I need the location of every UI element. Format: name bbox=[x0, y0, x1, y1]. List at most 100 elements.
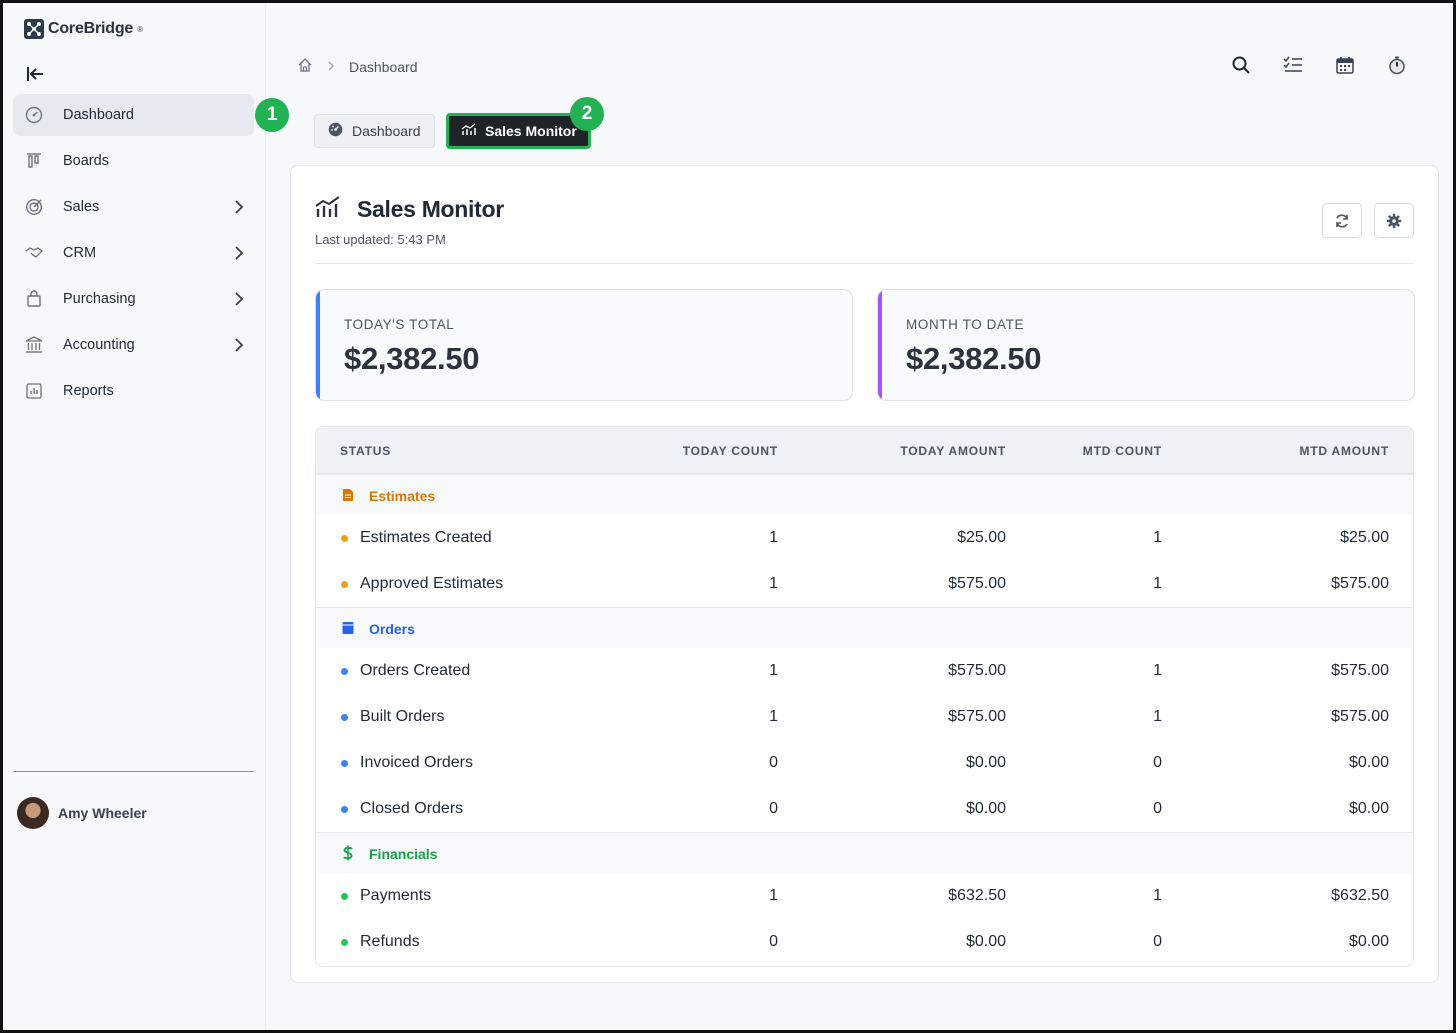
sidebar-item-label: Dashboard bbox=[63, 107, 134, 123]
tasks-button[interactable] bbox=[1282, 54, 1304, 76]
user-profile[interactable]: Amy Wheeler bbox=[17, 797, 147, 829]
mtd-count: 1 bbox=[1153, 887, 1162, 904]
status-dot bbox=[341, 714, 348, 721]
app-name: CoreBridge bbox=[48, 20, 134, 37]
chevron-right-icon bbox=[235, 200, 244, 214]
header-divider bbox=[315, 263, 1414, 264]
mtd-amount: $0.00 bbox=[1348, 933, 1389, 950]
collapse-left-icon bbox=[27, 67, 43, 81]
calendar-button[interactable] bbox=[1334, 54, 1356, 76]
chart-trend-icon bbox=[315, 196, 341, 223]
stat-value: $2,382.50 bbox=[906, 341, 1042, 376]
column-header-today-count: TODAY COUNT bbox=[682, 444, 778, 458]
sidebar-item-accounting[interactable]: Accounting bbox=[13, 324, 254, 366]
group-label: Orders bbox=[369, 621, 415, 637]
sidebar-item-label: Reports bbox=[63, 383, 114, 399]
card-header: Sales Monitor bbox=[315, 196, 504, 223]
document-icon bbox=[343, 489, 353, 501]
column-header-status: STATUS bbox=[340, 444, 392, 458]
group-label: Financials bbox=[369, 846, 438, 862]
table-row: Estimates Created 1 $25.00 1 $25.00 bbox=[316, 515, 1413, 561]
search-button[interactable] bbox=[1230, 54, 1252, 76]
sidebar-item-reports[interactable]: Reports bbox=[13, 370, 254, 412]
sidebar-item-sales[interactable]: Sales bbox=[13, 186, 254, 228]
mtd-amount: $575.00 bbox=[1331, 708, 1389, 725]
column-header-mtd-count: MTD COUNT bbox=[1082, 444, 1162, 458]
stopwatch-icon bbox=[1389, 56, 1405, 75]
today-count: 0 bbox=[769, 754, 778, 771]
table-header: STATUS TODAY COUNT TODAY AMOUNT MTD COUN… bbox=[316, 427, 1413, 474]
today-count: 1 bbox=[769, 575, 778, 592]
table-row: Built Orders 1 $575.00 1 $575.00 bbox=[316, 694, 1413, 740]
sidebar-item-label: Accounting bbox=[63, 337, 135, 353]
app-name-reg: ® bbox=[137, 24, 144, 34]
today-amount: $575.00 bbox=[948, 662, 1006, 679]
table-row: Refunds 0 $0.00 0 $0.00 bbox=[316, 919, 1413, 965]
status-dot bbox=[341, 668, 348, 675]
table-row: Payments 1 $632.50 1 $632.50 bbox=[316, 873, 1413, 919]
collapse-sidebar-button[interactable] bbox=[25, 65, 45, 83]
search-icon bbox=[1232, 56, 1250, 74]
table-row: Invoiced Orders 0 $0.00 0 $0.00 bbox=[316, 740, 1413, 786]
sidebar-item-label: Purchasing bbox=[63, 291, 136, 307]
stat-label: TODAY'S TOTAL bbox=[344, 317, 455, 332]
mtd-count: 1 bbox=[1153, 662, 1162, 679]
sidebar-item-label: Sales bbox=[63, 199, 100, 215]
handshake-icon bbox=[25, 244, 43, 262]
gear-icon bbox=[1386, 213, 1402, 228]
row-name: Refunds bbox=[360, 933, 420, 950]
today-amount: $575.00 bbox=[948, 708, 1006, 725]
today-amount: $575.00 bbox=[948, 575, 1006, 592]
today-count: 1 bbox=[769, 887, 778, 904]
mtd-count: 1 bbox=[1153, 529, 1162, 546]
report-chart-icon bbox=[25, 382, 43, 400]
chevron-right-icon bbox=[235, 246, 244, 260]
today-count: 1 bbox=[769, 708, 778, 725]
row-name: Closed Orders bbox=[360, 800, 464, 817]
status-dot bbox=[341, 806, 348, 813]
settings-button[interactable] bbox=[1374, 203, 1414, 238]
mtd-count: 0 bbox=[1153, 800, 1162, 817]
app-logo[interactable]: CoreBridge ® bbox=[24, 19, 143, 39]
mtd-amount: $25.00 bbox=[1340, 529, 1389, 546]
mtd-count: 0 bbox=[1153, 933, 1162, 950]
row-name: Payments bbox=[360, 887, 432, 904]
sidebar-item-purchasing[interactable]: Purchasing bbox=[13, 278, 254, 320]
status-dot bbox=[341, 760, 348, 767]
today-amount: $0.00 bbox=[965, 800, 1006, 817]
today-amount: $0.00 bbox=[965, 754, 1006, 771]
chevron-right-icon bbox=[235, 292, 244, 306]
mtd-amount: $575.00 bbox=[1331, 662, 1389, 679]
row-name: Invoiced Orders bbox=[360, 754, 473, 771]
home-icon[interactable] bbox=[297, 57, 313, 76]
order-box-icon bbox=[342, 622, 354, 634]
today-count: 0 bbox=[769, 933, 778, 950]
sidebar: CoreBridge ® Dashboard Boards Sales CRM … bbox=[3, 3, 266, 1030]
sidebar-item-boards[interactable]: Boards bbox=[13, 140, 254, 182]
row-name: Approved Estimates bbox=[360, 575, 504, 592]
row-name: Estimates Created bbox=[360, 529, 492, 546]
tab-label: Dashboard bbox=[352, 123, 421, 139]
avatar bbox=[17, 797, 49, 829]
tab-dashboard[interactable]: Dashboard bbox=[314, 114, 435, 148]
target-icon bbox=[25, 198, 43, 216]
tab-sales-monitor[interactable]: Sales Monitor bbox=[446, 113, 591, 149]
dashboard-gauge-icon bbox=[25, 106, 43, 124]
mtd-amount: $0.00 bbox=[1348, 754, 1389, 771]
chevron-right-icon bbox=[235, 338, 244, 352]
sidebar-item-label: Boards bbox=[63, 153, 109, 169]
timer-button[interactable] bbox=[1386, 54, 1408, 76]
sidebar-item-dashboard[interactable]: Dashboard bbox=[13, 94, 254, 136]
callout-badge-2: 2 bbox=[570, 97, 604, 131]
breadcrumb-current: Dashboard bbox=[349, 58, 418, 75]
dashboard-gauge-icon bbox=[328, 122, 343, 140]
sidebar-item-crm[interactable]: CRM bbox=[13, 232, 254, 274]
stat-card-today: TODAY'S TOTAL $2,382.50 bbox=[315, 289, 853, 401]
column-header-today-amount: TODAY AMOUNT bbox=[900, 444, 1006, 458]
status-dot bbox=[341, 939, 348, 946]
tab-label: Sales Monitor bbox=[485, 123, 577, 139]
today-amount: $0.00 bbox=[965, 933, 1006, 950]
table-row: Orders Created 1 $575.00 1 $575.00 bbox=[316, 648, 1413, 694]
refresh-button[interactable] bbox=[1322, 203, 1362, 238]
calendar-icon bbox=[1336, 57, 1354, 74]
